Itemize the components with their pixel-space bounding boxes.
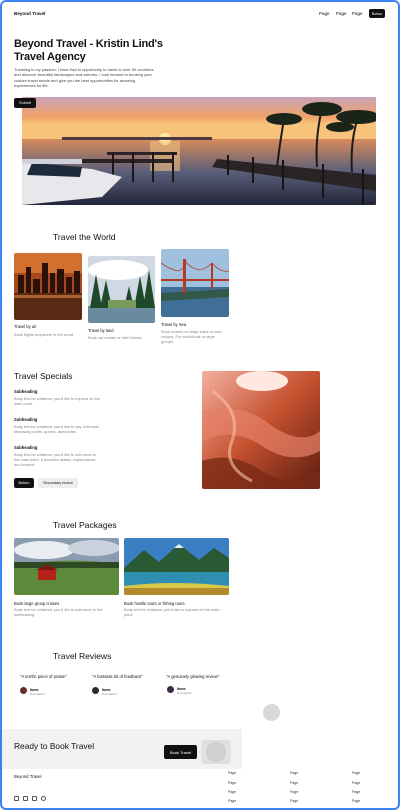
- special-subheading-1: Subheading: [14, 389, 38, 394]
- review-quote-2: "A fantastic bit of feedback": [92, 674, 143, 679]
- footer-link-c3-1[interactable]: Page: [352, 771, 360, 775]
- special-subheading-2: Subheading: [14, 417, 38, 422]
- mountain-lake-image: [124, 538, 229, 595]
- nav-button[interactable]: Button: [369, 9, 385, 18]
- hero-image-sunset-pier: [22, 97, 376, 205]
- red-barn-image: [14, 538, 119, 595]
- review-avatar-1: [20, 687, 27, 694]
- review-role-1: Description: [30, 692, 46, 696]
- city-skyline-image: [14, 253, 82, 320]
- card-desc-land: Book car rentals or train tickets.: [88, 335, 143, 340]
- footer-link-c3-3[interactable]: Page: [352, 790, 360, 794]
- section-title-world: Travel the World: [53, 232, 116, 242]
- section-title-specials: Travel Specials: [14, 371, 73, 381]
- linkedin-icon[interactable]: [23, 796, 28, 801]
- cta-placeholder-circle: [206, 742, 226, 762]
- review-role-2: Description: [102, 692, 118, 696]
- package-title-2: Book hostile tours or fishing tours.: [124, 601, 186, 606]
- footer-link-c1-4[interactable]: Page: [228, 799, 236, 803]
- section-title-reviews: Travel Reviews: [53, 651, 112, 661]
- nav-link-3[interactable]: Page: [352, 11, 363, 16]
- footer-link-c1-3[interactable]: Page: [228, 790, 236, 794]
- brand-name[interactable]: Beyond Travel: [14, 11, 45, 16]
- hero-title: Beyond Travel - Kristin Lind's Travel Ag…: [14, 38, 163, 63]
- nav-link-1[interactable]: Page: [319, 11, 330, 16]
- golden-gate-bridge-image: [161, 249, 229, 317]
- footer-link-c1-2[interactable]: Page: [228, 781, 236, 785]
- package-desc-2: Body text for whatever you'd like to exp…: [124, 607, 220, 617]
- youtube-icon[interactable]: [32, 796, 37, 801]
- hero-description: Traveling is my passion. I have had to o…: [14, 67, 154, 89]
- instagram-icon[interactable]: [41, 796, 46, 801]
- review-role-3: Description: [177, 691, 193, 695]
- footer-link-c2-4[interactable]: Page: [290, 799, 298, 803]
- footer-link-c2-2[interactable]: Page: [290, 781, 298, 785]
- package-desc-1: Body text for whatever you'd like to add…: [14, 607, 103, 617]
- footer-link-c2-1[interactable]: Page: [290, 771, 298, 775]
- footer-link-c3-2[interactable]: Page: [352, 781, 360, 785]
- special-body-2: Body text for whatever you'd like to say…: [14, 424, 100, 434]
- cta-placeholder-box: [201, 740, 231, 764]
- book-travel-button[interactable]: Book Travel: [164, 745, 197, 759]
- card-title-sea: Travel by Sea: [161, 322, 187, 327]
- forest-lake-image: [88, 256, 155, 323]
- nav-link-2[interactable]: Page: [336, 11, 347, 16]
- card-title-air: Travel by air: [14, 324, 37, 329]
- review-quote-3: "A genuinely glowing review": [166, 674, 220, 679]
- cta-title: Ready to Book Travel: [14, 741, 95, 751]
- card-desc-sea: Book cruises on large ships or river cru…: [161, 329, 222, 344]
- footer-link-c3-4[interactable]: Page: [352, 799, 360, 803]
- antelope-canyon-image: [202, 371, 320, 489]
- footer-brand: Beyond Travel: [14, 774, 42, 779]
- section-title-packages: Travel Packages: [53, 520, 117, 530]
- specials-secondary-button[interactable]: Secondary button: [38, 478, 78, 488]
- special-body-3: Body text for whatever you'd like to add…: [14, 452, 97, 467]
- card-title-land: Travel by land: [88, 328, 114, 333]
- special-body-1: Body text for whatever you'd like to exp…: [14, 396, 100, 406]
- facebook-icon[interactable]: [14, 796, 19, 801]
- floating-circle: [263, 704, 280, 721]
- specials-primary-button[interactable]: Button: [14, 478, 34, 488]
- footer-link-c1-1[interactable]: Page: [228, 771, 236, 775]
- review-avatar-3: [167, 686, 174, 693]
- review-avatar-2: [92, 687, 99, 694]
- package-title-1: Book large group cruises: [14, 601, 60, 606]
- special-subheading-3: Subheading: [14, 445, 38, 450]
- hero-submit-button[interactable]: Submit: [14, 98, 36, 108]
- review-quote-1: "A terrific piece of praise": [20, 674, 67, 679]
- card-desc-air: Book flights anywhere in the world.: [14, 332, 75, 337]
- footer-link-c2-3[interactable]: Page: [290, 790, 298, 794]
